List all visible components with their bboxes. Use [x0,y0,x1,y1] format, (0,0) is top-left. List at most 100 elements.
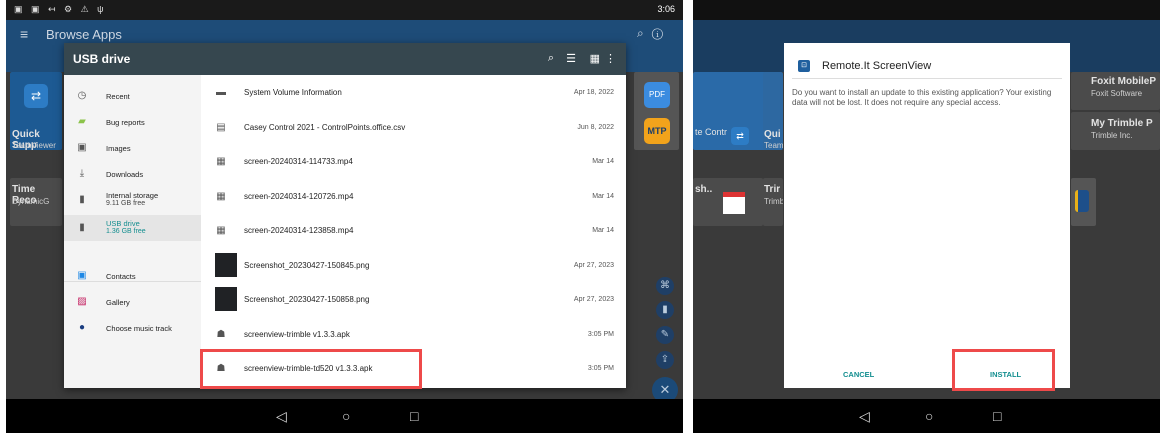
nav-bar: ◁ ○ □ [693,399,1160,433]
left-screen: ▣ ▣ ↤ ⚙ ⚠ ψ 3:06 ≡ Browse Apps ⌕ⓘ ⇄ Quic… [6,0,683,433]
recents-icon[interactable]: □ [993,408,1001,424]
file-date: Apr 27, 2023 [573,296,614,303]
cancel-button[interactable]: CANCEL [843,370,874,379]
sidebar-item-label: Downloads [106,170,144,179]
dialog-message: Do you want to install an update to this… [792,88,1052,107]
status-bar [693,0,1160,20]
file-row[interactable]: Screenshot_20230427-150845.png Apr 27, 20… [201,248,626,283]
gallery-icon: ▨ [77,296,87,307]
file-row[interactable]: ▦ screen-20240314-123858.mp4 Mar 14 [201,213,626,248]
fab-upload-icon[interactable]: ⇪ [656,351,674,369]
tile-sub: DynamicG [12,197,50,206]
app-tile-pdf[interactable]: PDF MTP [634,72,679,150]
recents-icon[interactable]: □ [410,408,418,424]
image-thumbnail [215,287,237,311]
file-date: 3:05 PM [587,365,614,372]
sidebar-item-bug-reports[interactable]: ▰ Bug reports [64,109,201,135]
image-thumbnail [215,252,237,277]
tile-sub: Trimb [764,197,783,206]
sidebar-item-gallery[interactable]: ▨ Gallery [64,289,201,315]
document-icon: ▤ [216,121,226,133]
sidebar-item-choose-music-track[interactable]: ● Choose music track [64,315,201,341]
app-tile-sh[interactable]: sh.. [693,178,763,226]
fab-scan-icon[interactable]: ⌘ [656,277,674,295]
sidebar-item-label: Choose music track [106,324,172,333]
android-icon: ☗ [216,328,226,340]
app-tile-time-record[interactable]: Time Reco DynamicG [10,178,62,226]
nav-bar: ◁ ○ □ [6,399,683,433]
home-icon[interactable]: ○ [342,408,350,424]
image-icon: ▣ [77,142,87,153]
file-row[interactable]: ▦ screen-20240314-120726.mp4 Mar 14 [201,179,626,214]
sidebar-item-label: Images [106,144,131,153]
file-list: ▬ System Volume Information Apr 18, 2022 ▤ C… [201,75,626,388]
highlight-box-apk [200,349,422,389]
sidebar-item-usb-drive[interactable]: ▮ USB drive 1.36 GB free [64,215,201,241]
status-icons: ▣ ▣ ↤ ⚙ ⚠ ψ [14,4,107,14]
install-dialog: ⊡ Remote.It ScreenView Do you want to in… [784,43,1070,388]
sidebar-item-recent[interactable]: ◷ Recent [64,83,201,109]
file-date: Mar 14 [592,158,614,165]
file-row[interactable]: ▦ screen-20240314-114733.mp4 Mar 14 [201,144,626,179]
sidebar-item-images[interactable]: ▣ Images [64,135,201,161]
file-name: Screenshot_20230427-150845.png [244,260,370,270]
music-icon: ● [78,322,86,333]
picker-header: USB drive ⌕ ☰ ▦ ⋮ [64,43,626,75]
calendar-icon [723,192,745,214]
pdf-icon: PDF [644,82,670,108]
video-icon: ▦ [216,156,226,167]
sidebar-item-label: Gallery [106,298,130,307]
fab-edit-icon[interactable]: ✎ [656,326,674,344]
app-tile-my-trimble[interactable]: My Trimble P Trimble Inc. [1071,112,1160,150]
tile-title: te Contr [695,127,728,137]
back-icon[interactable]: ◁ [859,408,870,425]
file-date: Apr 27, 2023 [573,261,614,269]
overflow-menu-icon[interactable]: ⋮ [605,52,616,65]
file-date: Apr 18, 2022 [573,89,614,96]
file-row[interactable]: ▬ System Volume Information Apr 18, 2022 [201,75,626,110]
sidebar-item-internal-storage[interactable]: ▮ Internal storage 9.11 GB free [64,187,201,213]
info-icon[interactable]: ⓘ [652,26,671,40]
file-name: screen-20240314-114733.mp4 [244,157,353,166]
app-tile-quick-support[interactable]: ⇄ Quick Supp TeamViewer [10,72,62,150]
tile-sub: Trimble Inc. [1091,131,1133,140]
tile-title: My Trimble P [1091,118,1153,129]
home-icon[interactable]: ○ [925,408,933,424]
app-tile-quick[interactable]: Qui Team [763,72,783,150]
file-date: 3:05 PM [587,330,614,338]
grid-view-icon[interactable]: ▦ [590,52,600,65]
file-row[interactable]: ▤ Casey Control 2021 - ControlPoints.offi… [201,110,626,145]
sidebar-divider [64,281,201,282]
android-icon: ▰ [78,116,86,127]
sidebar-item-contacts[interactable]: ▣ Contacts [64,263,201,289]
back-icon[interactable]: ◁ [276,408,287,425]
file-name: Casey Control 2021 - ControlPoints.offic… [244,122,406,132]
sd-card-icon: ▮ [79,194,85,205]
usb-icon: ▮ [79,222,85,233]
appbar-actions: ⌕ⓘ [637,26,671,41]
search-icon[interactable]: ⌕ [548,52,554,65]
file-date: Jun 8, 2022 [577,123,614,131]
video-icon: ▦ [216,190,226,202]
file-row[interactable]: ☗ screenview-trimble v1.3.3.apk 3:05 PM [201,317,626,352]
tile-sub: Team [764,141,783,150]
sidebar-item-label: Bug reports [106,118,145,127]
fab-sd-icon[interactable]: ▮ [656,301,674,319]
file-name: System Volume Information [244,88,342,97]
menu-icon[interactable]: ≡ [20,26,28,42]
sidebar-item-label: USB drive [106,219,140,228]
search-icon[interactable]: ⌕ [637,26,652,40]
sort-icon[interactable]: ☰ [566,52,576,65]
folder-icon: ▬ [216,87,226,98]
app-tile-trimble[interactable]: Trir Trimb [763,178,783,226]
tile-title: sh.. [695,184,713,195]
status-time: 3:06 [657,4,675,14]
sidebar-item-downloads[interactable]: ⤓ Downloads [64,161,201,187]
contacts-icon: ▣ [77,270,87,281]
video-icon: ▦ [216,225,226,236]
file-row[interactable]: Screenshot_20230427-150858.png Apr 27, 20… [201,282,626,317]
status-bar: ▣ ▣ ↤ ⚙ ⚠ ψ 3:06 [6,0,683,20]
tile-sub: Foxit Software [1091,89,1143,98]
app-tile-right[interactable] [1071,178,1096,226]
app-tile-foxit[interactable]: Foxit MobileP Foxit Software [1071,72,1160,110]
